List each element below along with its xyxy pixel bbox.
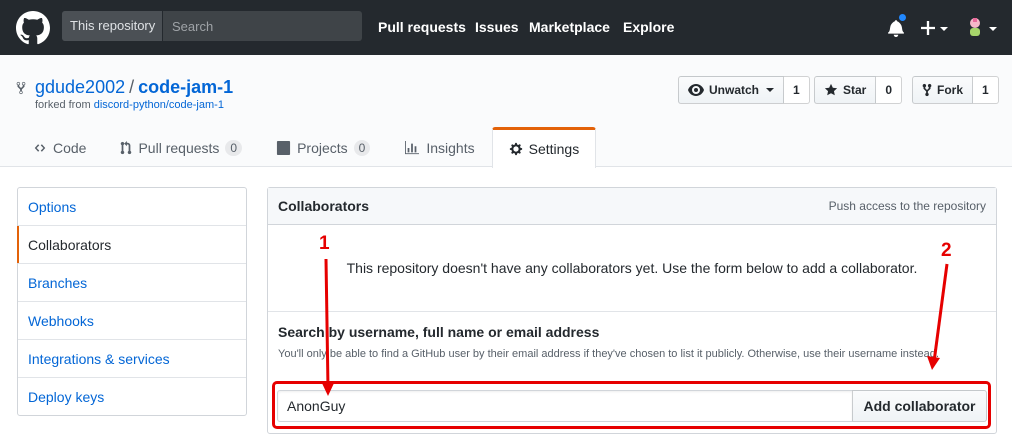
- tab-insights-label: Insights: [426, 139, 475, 156]
- panel-header: Collaborators Push access to the reposit…: [268, 188, 996, 225]
- search-input[interactable]: [163, 11, 362, 41]
- fork-icon: [922, 83, 932, 97]
- repo-separator: /: [129, 77, 135, 97]
- fork-button[interactable]: Fork: [912, 76, 974, 104]
- forked-from-prefix: forked from: [35, 99, 91, 111]
- fork-count[interactable]: 1: [973, 76, 999, 104]
- add-collaborator-form: Search by username, full name or email a…: [268, 312, 996, 363]
- tab-settings-label: Settings: [528, 141, 580, 157]
- watch-count[interactable]: 1: [784, 76, 810, 104]
- plus-caret-icon: [940, 27, 948, 31]
- menu-item-deploy-keys[interactable]: Deploy keys: [18, 378, 246, 416]
- project-icon: [277, 140, 291, 155]
- tab-pull-requests[interactable]: Pull requests 0: [103, 127, 259, 167]
- global-header: This repository Pull requests Issues Mar…: [0, 0, 1012, 55]
- repo-owner-link[interactable]: gdude2002: [35, 77, 125, 97]
- tab-settings[interactable]: Settings: [491, 127, 597, 168]
- repo-name-link[interactable]: code-jam-1: [138, 77, 233, 97]
- fork-label: Fork: [937, 83, 964, 97]
- repo-header: gdude2002/code-jam-1 forked from discord…: [0, 55, 1012, 168]
- unwatch-caret-icon: [766, 88, 775, 92]
- tab-projects-label: Projects: [297, 139, 348, 156]
- form-label: Search by username, full name or email a…: [278, 324, 600, 340]
- annotation-marker-1: 1: [319, 233, 330, 254]
- watch-group: Unwatch 1: [678, 76, 810, 104]
- avatar-caret-icon: [989, 27, 997, 31]
- form-note: You'll only be able to find a GitHub use…: [278, 348, 939, 360]
- menu-item-options[interactable]: Options: [18, 188, 246, 226]
- star-label: Star: [843, 83, 867, 97]
- star-group: Star 0: [814, 76, 903, 104]
- repo-title: gdude2002/code-jam-1: [35, 77, 233, 98]
- avatar[interactable]: [965, 16, 985, 38]
- forked-source-link[interactable]: discord-python/code-jam-1: [94, 99, 224, 111]
- tab-insights[interactable]: Insights: [387, 127, 491, 167]
- unread-indicator: [898, 13, 907, 22]
- search-scope-label: This repository: [62, 11, 163, 41]
- tab-pull-requests-label: Pull requests: [138, 139, 220, 156]
- plus-icon[interactable]: [921, 21, 935, 35]
- unwatch-button[interactable]: Unwatch: [678, 76, 785, 104]
- nav-pull-requests[interactable]: Pull requests: [378, 19, 466, 35]
- annotation-marker-2: 2: [941, 240, 952, 261]
- repo-tabs: Code Pull requests 0 Projects 0 Insights…: [16, 127, 597, 168]
- star-icon: [824, 83, 838, 96]
- highlight-box: [272, 381, 991, 429]
- star-button[interactable]: Star: [814, 76, 877, 104]
- header-search: This repository: [62, 11, 362, 41]
- code-icon: [34, 143, 46, 152]
- blank-state-message: This repository doesn't have any collabo…: [346, 260, 918, 276]
- gear-icon: [509, 142, 522, 156]
- nav-marketplace[interactable]: Marketplace: [529, 19, 610, 35]
- unwatch-label: Unwatch: [709, 83, 760, 97]
- star-count[interactable]: 0: [876, 76, 903, 104]
- fork-group: Fork 1: [912, 76, 999, 104]
- pull-request-icon: [121, 140, 132, 154]
- menu-item-collaborators[interactable]: Collaborators: [17, 226, 246, 264]
- pull-requests-counter: 0: [225, 139, 243, 156]
- eye-icon: [688, 84, 704, 96]
- tab-code-label: Code: [53, 139, 87, 156]
- graph-icon: [405, 140, 420, 154]
- nav-explore[interactable]: Explore: [623, 19, 674, 35]
- tab-code[interactable]: Code: [16, 127, 103, 167]
- tab-projects[interactable]: Projects 0: [259, 127, 387, 167]
- menu-item-integrations[interactable]: Integrations & services: [18, 340, 246, 378]
- github-logo-icon[interactable]: [16, 11, 50, 45]
- forked-from-note: forked from discord-python/code-jam-1: [35, 99, 224, 111]
- menu-item-webhooks[interactable]: Webhooks: [18, 302, 246, 340]
- repo-forked-icon: [16, 81, 26, 95]
- blank-state: This repository doesn't have any collabo…: [268, 225, 996, 312]
- panel-title: Collaborators: [278, 198, 370, 214]
- settings-menu: Options Collaborators Branches Webhooks …: [17, 187, 247, 416]
- menu-item-branches[interactable]: Branches: [18, 264, 246, 302]
- projects-counter: 0: [353, 139, 371, 156]
- nav-issues[interactable]: Issues: [475, 19, 519, 35]
- panel-meta: Push access to the repository: [828, 199, 986, 213]
